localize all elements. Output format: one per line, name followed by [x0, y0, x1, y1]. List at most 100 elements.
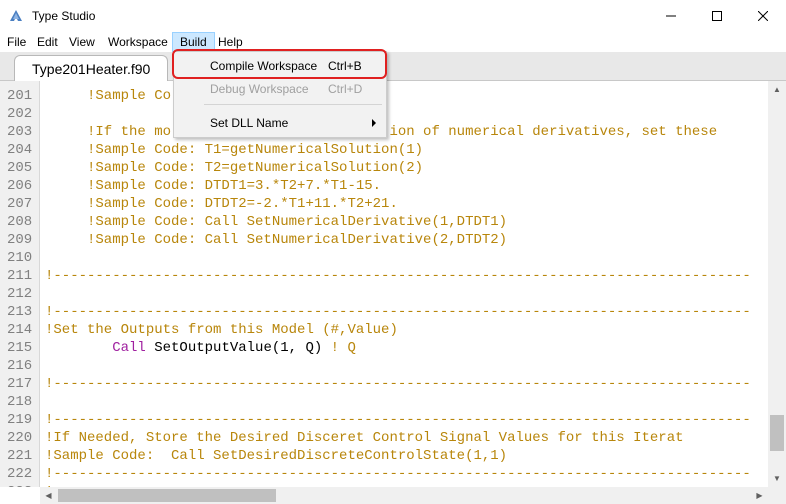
line-number: 210: [7, 250, 33, 266]
code-text: !Sample Code: DTDT2=-2.*T1+11.*T2+21.: [45, 195, 398, 213]
line-number: 221: [7, 448, 33, 464]
maximize-icon: [712, 11, 722, 21]
code-line: 204 !Sample Code: T1=getNumericalSolutio…: [0, 141, 768, 159]
menu-edit[interactable]: Edit: [30, 32, 65, 52]
line-number: 203: [7, 124, 33, 140]
code-segment: !Sample Code: DTDT2=-2.*T1+11.*T2+21.: [45, 196, 398, 212]
code-line: 221 !Sample Code: Call SetDesiredDiscrete…: [0, 447, 768, 465]
set-dll-name-label: Set DLL Name: [210, 116, 289, 130]
line-number: 215: [7, 340, 33, 356]
scroll-right-icon[interactable]: ▶: [751, 487, 768, 504]
highlight-box: [172, 49, 387, 79]
line-number: 218: [7, 394, 33, 410]
line-number: 207: [7, 196, 33, 212]
code-text: !---------------------------------------…: [45, 303, 751, 321]
code-segment: !Sample Code: DTDT1=3.*T2+7.*T1-15.: [45, 178, 382, 194]
code-line: 212: [0, 285, 768, 303]
code-line: 216: [0, 357, 768, 375]
minimize-icon: [666, 15, 676, 17]
code-text: Call SetOutputValue(1, Q) ! Q: [45, 339, 356, 357]
code-segment: !---------------------------------------…: [45, 412, 751, 428]
code-segment: !---------------------------------------…: [45, 376, 751, 392]
code-text: !If Needed, Store the Desired Disceret C…: [45, 429, 684, 447]
code-editor[interactable]: 201 !Sample Co 202 203 !If the mo ion of n…: [0, 81, 768, 487]
scroll-up-icon[interactable]: ▲: [768, 81, 786, 98]
code-text: !Sample Code: T2=getNumericalSolution(2): [45, 159, 423, 177]
line-number: 204: [7, 142, 33, 158]
code-text: !Set the Outputs from this Model (#,Valu…: [45, 321, 398, 339]
code-line: 219 !------------------------------------…: [0, 411, 768, 429]
code-text: !Sample Code: Call SetNumericalDerivativ…: [45, 231, 507, 249]
line-number: 220: [7, 430, 33, 446]
menu-bar: File Edit View Workspace Build Help: [0, 32, 786, 52]
tab-type201heater[interactable]: Type201Heater.f90: [14, 55, 168, 82]
code-text: !Sample Code: DTDT1=3.*T2+7.*T1-15.: [45, 177, 381, 195]
maximize-button[interactable]: [694, 0, 740, 32]
scrollbar-corner: [768, 487, 786, 504]
code-segment: !Set the Outputs from this Model (#,Valu…: [45, 322, 398, 338]
close-button[interactable]: [740, 0, 786, 32]
code-line: 214 !Set the Outputs from this Model (#,V…: [0, 321, 768, 339]
code-line: 205 !Sample Code: T2=getNumericalSolutio…: [0, 159, 768, 177]
code-text: !Sample Code: Call SetDesiredDiscreteCon…: [45, 447, 507, 465]
scroll-down-icon[interactable]: ▼: [768, 470, 786, 487]
code-line: 211 !------------------------------------…: [0, 267, 768, 285]
code-segment: !Sample Code: Call SetNumericalDerivativ…: [45, 232, 508, 248]
submenu-arrow-icon: [372, 119, 376, 127]
code-line: 218: [0, 393, 768, 411]
menu-item-set-dll-name[interactable]: Set DLL Name: [174, 112, 386, 134]
code-segment: !---------------------------------------…: [45, 268, 751, 284]
vertical-scroll-thumb[interactable]: [770, 415, 784, 451]
code-line: 222 !------------------------------------…: [0, 465, 768, 483]
horizontal-scrollbar[interactable]: ◀ ▶: [40, 487, 768, 504]
line-number: 212: [7, 286, 33, 302]
line-number: 223: [7, 483, 37, 487]
window-title: Type Studio: [32, 9, 96, 23]
code-segment: Call: [112, 340, 146, 356]
scroll-left-icon[interactable]: ◀: [40, 487, 57, 504]
menu-separator: [204, 104, 382, 105]
line-number: 219: [7, 412, 33, 428]
line-number: 208: [7, 214, 33, 230]
code-segment: !Sample Code: T1=getNumericalSolution(1): [45, 142, 424, 158]
code-line: 220 !If Needed, Store the Desired Discere…: [0, 429, 768, 447]
minimize-button[interactable]: [648, 0, 694, 32]
code-line: 207 !Sample Code: DTDT2=-2.*T1+11.*T2+21…: [0, 195, 768, 213]
line-number: 217: [7, 376, 33, 392]
code-segment: !---------------------------------------…: [45, 466, 751, 482]
code-line: 210: [0, 249, 768, 267]
vertical-scrollbar[interactable]: ▲ ▼: [768, 81, 786, 487]
code-text: !Sample Code: T1=getNumericalSolution(1): [45, 141, 423, 159]
line-number: 216: [7, 358, 33, 374]
code-segment: !If Needed, Store the Desired Disceret C…: [45, 430, 684, 446]
close-icon: [758, 11, 768, 21]
menu-view[interactable]: View: [62, 32, 102, 52]
line-number: 209: [7, 232, 33, 248]
menu-item-debug-workspace: Debug Workspace Ctrl+D: [174, 78, 386, 100]
code-segment: !---------------------------------------…: [45, 304, 751, 320]
code-segment: !Sample Code: T2=getNumericalSolution(2): [45, 160, 424, 176]
code-line: 213 !------------------------------------…: [0, 303, 768, 321]
title-bar: Type Studio: [0, 0, 786, 32]
code-segment: !Sample Co: [45, 88, 172, 104]
code-text: !---------------------------------------…: [45, 411, 751, 429]
app-logo-icon: [10, 10, 22, 21]
line-number: 211: [7, 268, 33, 284]
document-tab-strip: Type201Heater.f90: [0, 52, 786, 82]
code-line: 217 !------------------------------------…: [0, 375, 768, 393]
code-segment: SetOutputValue(1, Q): [145, 340, 331, 356]
horizontal-scroll-thumb[interactable]: [58, 489, 276, 502]
menu-workspace[interactable]: Workspace: [101, 32, 175, 52]
code-line: 215 Call SetOutputValue(1, Q) ! Q: [0, 339, 768, 357]
code-text: !---------------------------------------…: [45, 267, 751, 285]
code-segment: !Sample Code: Call SetDesiredDiscreteCon…: [45, 448, 508, 464]
code-line: 208 !Sample Code: Call SetNumericalDeriv…: [0, 213, 768, 231]
line-number: 205: [7, 160, 33, 176]
code-text: !Sample Co: [45, 87, 171, 105]
line-number: 202: [7, 106, 33, 122]
code-text: !Sample Code: Call SetNumericalDerivativ…: [45, 213, 507, 231]
code-segment: !Sample Code: Call SetNumericalDerivativ…: [45, 214, 508, 230]
line-number: 206: [7, 178, 33, 194]
menu-file[interactable]: File: [0, 32, 33, 52]
